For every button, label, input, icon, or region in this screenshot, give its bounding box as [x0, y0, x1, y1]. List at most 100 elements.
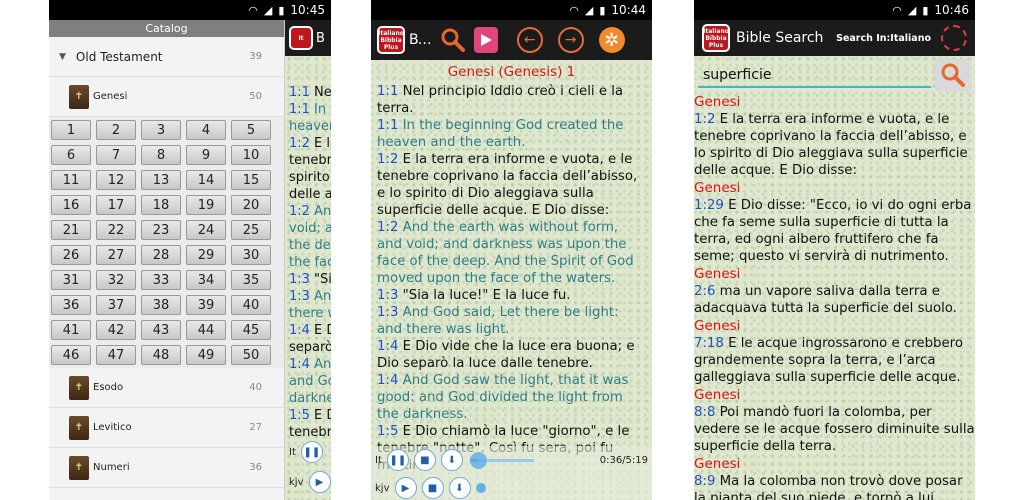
- settings-gear-icon[interactable]: ✲: [598, 27, 625, 53]
- verse[interactable]: 1:1 In the beginning God created the hea…: [377, 117, 646, 151]
- chapter-button[interactable]: 39: [186, 295, 226, 315]
- chapter-button[interactable]: 19: [186, 195, 226, 215]
- chapter-button[interactable]: 29: [186, 245, 226, 265]
- search-button[interactable]: [935, 59, 971, 91]
- chapter-button[interactable]: 4: [186, 120, 226, 140]
- chapter-button[interactable]: 43: [141, 320, 181, 340]
- next-chapter-icon[interactable]: →: [557, 27, 584, 53]
- search-result[interactable]: Genesi 1:2 E la terra era informe e vuota…: [694, 94, 975, 179]
- previous-chapter-icon[interactable]: ←: [516, 27, 543, 53]
- chapter-button[interactable]: 49: [186, 345, 226, 365]
- seekbar-thumb-kjv[interactable]: [475, 483, 486, 493]
- chapter-button[interactable]: 3: [141, 120, 181, 140]
- search-result[interactable]: Genesi 8:9 Ma la colomba non trovò dove p…: [694, 456, 975, 500]
- chapter-button[interactable]: 8: [141, 145, 181, 165]
- search-result[interactable]: Genesi 2:6 ma un vapore saliva dalla terr…: [694, 266, 975, 317]
- behind-controls-1: It ❚❚: [285, 438, 331, 466]
- app-logo-icon[interactable]: Italiano Bibbia Plus: [377, 26, 405, 54]
- chapter-button[interactable]: 6: [51, 145, 91, 165]
- chapter-button[interactable]: 47: [96, 345, 136, 365]
- book-count: 27: [249, 422, 262, 433]
- behind-play-button[interactable]: ▶: [308, 471, 331, 493]
- verse-text: "Sia la luce!" E la luce fu.: [398, 288, 571, 303]
- chapter-button[interactable]: 13: [141, 170, 181, 190]
- verse[interactable]: 1:3 And God said, Let there be light: an…: [377, 304, 646, 338]
- chapter-button[interactable]: 30: [231, 245, 271, 265]
- chapter-button[interactable]: 9: [186, 145, 226, 165]
- app-logo-icon[interactable]: Italiano Bibbia Plus: [702, 24, 730, 52]
- chapter-button[interactable]: 27: [96, 245, 136, 265]
- chapter-button[interactable]: 28: [141, 245, 181, 265]
- chapter-button[interactable]: 22: [96, 220, 136, 240]
- verse[interactable]: 1:2 E la terra era informe e vuota, e le…: [377, 151, 646, 219]
- testament-row[interactable]: ▼ Old Testament 39: [49, 37, 284, 77]
- chapter-button[interactable]: 2: [96, 120, 136, 140]
- verse-ref: 1:3: [377, 305, 399, 320]
- verse[interactable]: 1:3 "Sia la luce!" E la luce fu.: [377, 287, 646, 304]
- signal-icon: ◢: [263, 3, 273, 17]
- download-button[interactable]: ⬇: [440, 449, 463, 471]
- download-button-kjv[interactable]: ⬇: [448, 477, 471, 499]
- search-result[interactable]: Genesi 8:8 Poi mandò fuori la colomba, pe…: [694, 387, 975, 455]
- verse[interactable]: 1:2 And the earth was without form, and …: [377, 219, 646, 287]
- chapter-button[interactable]: 48: [141, 345, 181, 365]
- chapter-button[interactable]: 40: [231, 295, 271, 315]
- chapter-button[interactable]: 5: [231, 120, 271, 140]
- chapter-button[interactable]: 17: [96, 195, 136, 215]
- chapter-button[interactable]: 36: [51, 295, 91, 315]
- chapter-button[interactable]: 37: [96, 295, 136, 315]
- chapter-button[interactable]: 21: [51, 220, 91, 240]
- chapter-button[interactable]: 41: [51, 320, 91, 340]
- play-button[interactable]: ▶: [394, 477, 417, 499]
- chapter-button[interactable]: 12: [96, 170, 136, 190]
- search-in-selector[interactable]: Search In:Italiano: [836, 33, 931, 44]
- seekbar-thumb[interactable]: [469, 451, 487, 469]
- chapter-button[interactable]: 10: [231, 145, 271, 165]
- chapter-button[interactable]: 50: [231, 345, 271, 365]
- chapter-button[interactable]: 44: [186, 320, 226, 340]
- chapter-button[interactable]: 25: [231, 220, 271, 240]
- chapter-button[interactable]: 31: [51, 270, 91, 290]
- search-result[interactable]: Genesi 7:18 E le acque ingrossarono e cre…: [694, 318, 975, 386]
- chapter-button[interactable]: 34: [186, 270, 226, 290]
- chapter-button[interactable]: 33: [141, 270, 181, 290]
- stop-button-kjv[interactable]: ■: [421, 477, 444, 499]
- chapter-button[interactable]: 46: [51, 345, 91, 365]
- search-result[interactable]: Genesi 1:29 E Dio disse: "Ecco, io vi do …: [694, 180, 975, 265]
- chapter-button[interactable]: 26: [51, 245, 91, 265]
- book-row-numeri[interactable]: ✝ Numeri 36: [49, 448, 284, 488]
- search-input[interactable]: superficie: [698, 62, 931, 88]
- chapter-button[interactable]: 42: [96, 320, 136, 340]
- result-ref: 7:18: [694, 336, 724, 351]
- verse[interactable]: 1:1 Nel principio Iddio creò i cieli e l…: [377, 83, 646, 117]
- chapter-button[interactable]: 35: [231, 270, 271, 290]
- chapter-button[interactable]: 15: [231, 170, 271, 190]
- chapter-button[interactable]: 1: [51, 120, 91, 140]
- chapter-button[interactable]: 20: [231, 195, 271, 215]
- book-row-levitico[interactable]: ✝ Levitico 27: [49, 408, 284, 448]
- refresh-icon[interactable]: [941, 25, 967, 51]
- verse-ref: 1:2: [289, 136, 310, 151]
- chapter-button[interactable]: 16: [51, 195, 91, 215]
- chapter-button[interactable]: 23: [141, 220, 181, 240]
- chapter-button[interactable]: 38: [141, 295, 181, 315]
- play-audio-icon[interactable]: [473, 27, 498, 53]
- verse[interactable]: 1:4 E Dio vide che la luce era buona; e …: [377, 338, 646, 372]
- testament-count: 39: [249, 51, 262, 62]
- search-icon[interactable]: [439, 26, 467, 54]
- chapter-button[interactable]: 11: [51, 170, 91, 190]
- chapter-button[interactable]: 7: [96, 145, 136, 165]
- verse[interactable]: 1:4 And God saw the light, that it was g…: [377, 372, 646, 423]
- chapter-button[interactable]: 24: [186, 220, 226, 240]
- stop-button[interactable]: ■: [413, 449, 436, 471]
- pause-button[interactable]: ❚❚: [386, 449, 409, 471]
- audio-seekbar[interactable]: [469, 451, 534, 469]
- book-row-esodo[interactable]: ✝ Esodo 40: [49, 368, 284, 408]
- search-row: superficie: [694, 56, 975, 94]
- book-row-genesi[interactable]: ✝ Genesi 50: [49, 77, 284, 117]
- chapter-button[interactable]: 45: [231, 320, 271, 340]
- chapter-button[interactable]: 14: [186, 170, 226, 190]
- chapter-button[interactable]: 18: [141, 195, 181, 215]
- behind-pause-button[interactable]: ❚❚: [300, 441, 323, 463]
- chapter-button[interactable]: 32: [96, 270, 136, 290]
